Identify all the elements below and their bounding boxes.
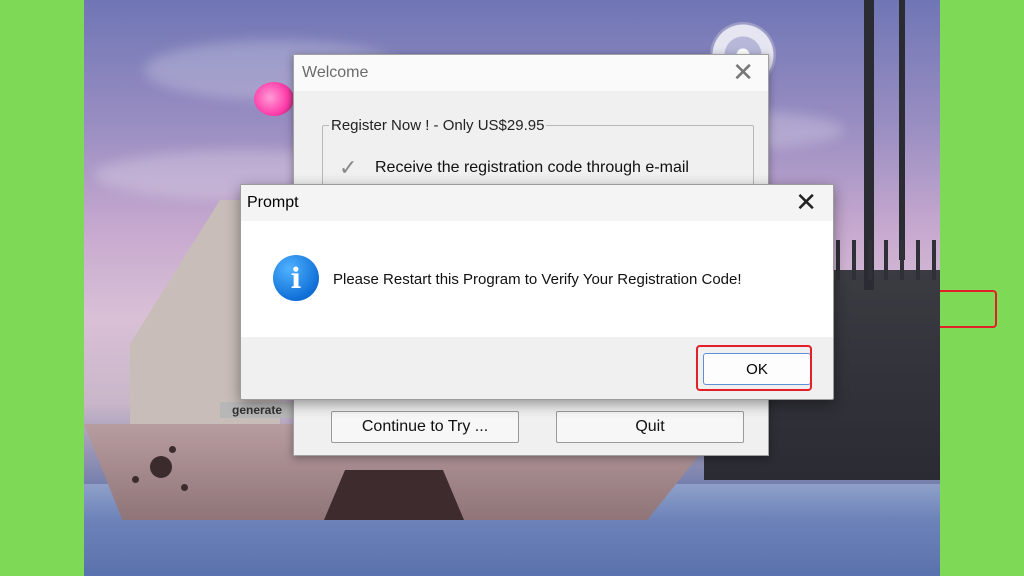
installer-skin-label: generate xyxy=(220,402,294,418)
skin-dot xyxy=(132,476,139,483)
checkmark-icon[interactable]: ✓ xyxy=(339,157,359,179)
prompt-title: Prompt xyxy=(247,194,299,211)
skin-dot xyxy=(150,456,172,478)
prompt-body: i Please Restart this Program to Verify … xyxy=(241,221,833,337)
ship-mast xyxy=(899,0,905,260)
highlight-box xyxy=(940,290,997,328)
quit-button[interactable]: Quit xyxy=(556,411,744,443)
installer-skin-flower xyxy=(254,82,294,116)
prompt-message: Please Restart this Program to Verify Yo… xyxy=(333,271,742,288)
close-icon[interactable]: ✕ xyxy=(732,59,754,85)
prompt-titlebar[interactable]: Prompt ✕ xyxy=(241,185,833,221)
email-option-label: Receive the registration code through e-… xyxy=(375,159,689,176)
skin-dot xyxy=(181,484,188,491)
info-icon: i xyxy=(273,255,319,301)
welcome-titlebar[interactable]: Welcome ✕ xyxy=(294,55,768,91)
close-icon[interactable]: ✕ xyxy=(795,189,817,215)
ok-highlight-box xyxy=(696,345,812,391)
welcome-title: Welcome xyxy=(302,64,369,81)
continue-to-try-button[interactable]: Continue to Try ... xyxy=(331,411,519,443)
skin-dot xyxy=(169,446,176,453)
email-option[interactable]: ✓ Receive the registration code through … xyxy=(339,157,689,179)
register-group-label: Register Now ! - Only US$29.95 xyxy=(331,117,545,134)
installer-skin-notch xyxy=(324,470,464,520)
